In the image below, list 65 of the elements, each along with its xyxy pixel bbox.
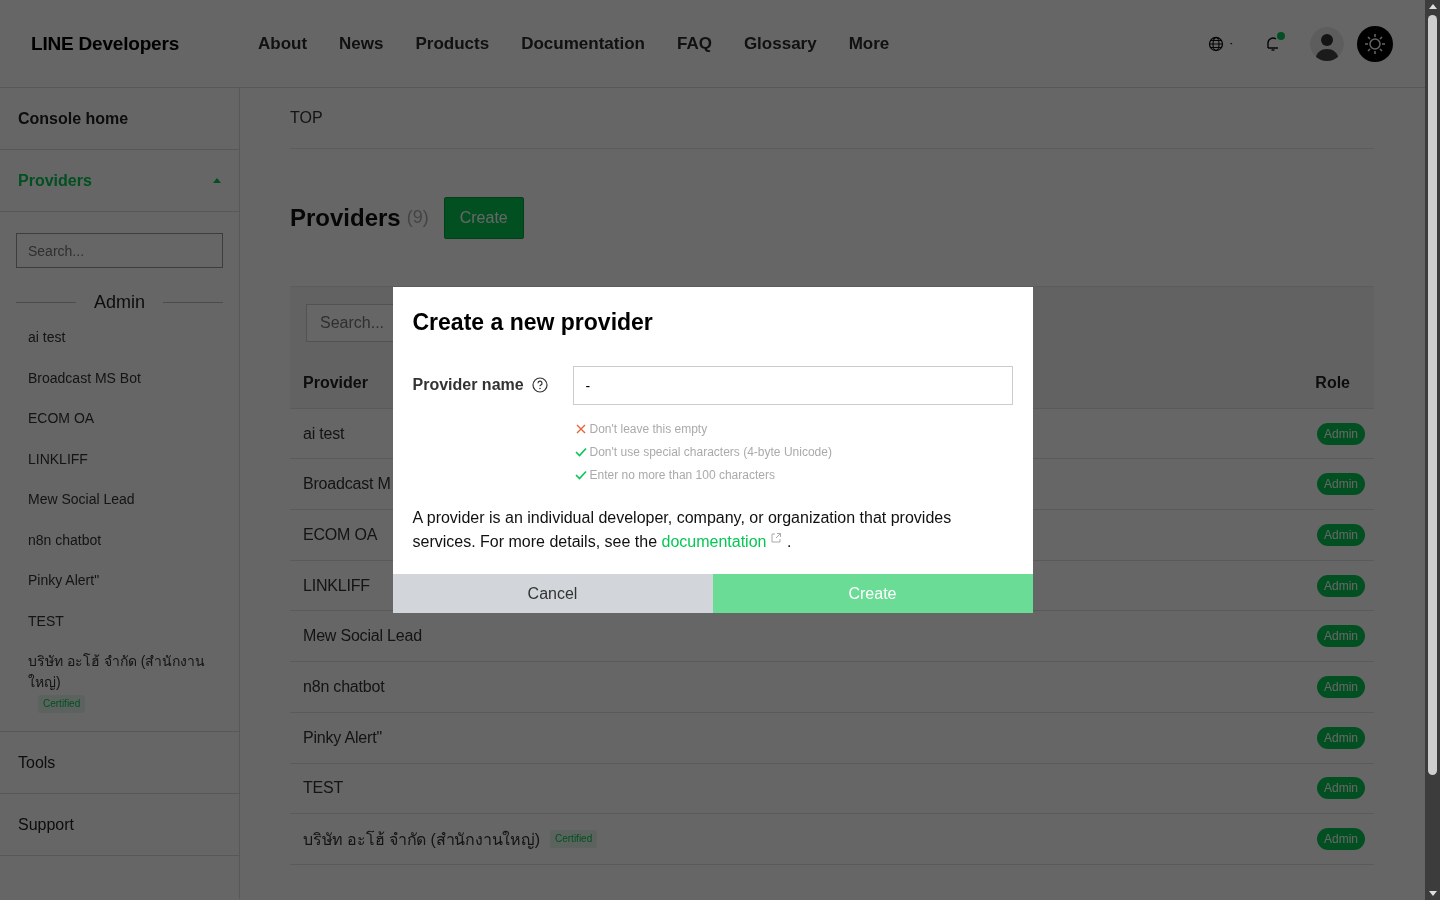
sidebar-item[interactable]: บริษัท อะโฮ้ จำกัด (สำนักงานใหญ่) [28, 650, 211, 693]
create-button[interactable]: Create [443, 196, 524, 239]
sidebar-link[interactable]: Support [18, 815, 221, 834]
sidebar-item[interactable]: Pinky Alert" [28, 569, 211, 591]
column-header: Provider [303, 373, 368, 392]
role-badge: Admin [1317, 828, 1365, 851]
role-badge: Admin [1317, 625, 1365, 648]
provider-name[interactable]: LINKLIFF [303, 576, 370, 595]
sun-icon [1364, 32, 1386, 55]
language-button[interactable] [1208, 35, 1234, 52]
provider-name[interactable]: n8n chatbot [303, 677, 385, 696]
description: A provider is an individual developer, company, or organization that provides services. For more details, see the documentation . [412, 508, 953, 552]
breadcrumb-link[interactable]: TOP [290, 109, 323, 127]
providers-toggle[interactable]: Providers [18, 171, 221, 190]
sidebar-item[interactable]: Broadcast MS Bot [28, 366, 211, 389]
nav-link[interactable]: More [848, 33, 890, 54]
role-badge: Admin [1317, 726, 1365, 749]
provider-name[interactable]: ECOM OA [303, 525, 378, 544]
theme-button[interactable] [1357, 25, 1393, 62]
provider-name[interactable]: Mew Social Lead [303, 627, 422, 646]
external-link-icon [770, 532, 783, 544]
avatar[interactable] [1310, 26, 1344, 61]
sidebar-item[interactable]: ECOM OA [28, 407, 211, 429]
provider-name-field[interactable]: - [572, 366, 1013, 405]
provider-name[interactable]: บริษัท อะโฮ้ จำกัด (สำนักงานใหญ่) [303, 826, 540, 852]
validation-hint: Don't use special characters (4-byte Unicode) [589, 444, 832, 459]
sidebar-item[interactable]: n8n chatbot [28, 528, 211, 551]
role-badge: Admin [1317, 523, 1365, 546]
scrollbar[interactable] [1425, 0, 1440, 900]
provider-name[interactable]: ai test [303, 424, 345, 443]
caret-icon [213, 178, 221, 183]
console-home-link[interactable]: Console home [18, 109, 221, 128]
field-label: Provider name [412, 376, 524, 394]
sidebar-item[interactable]: Mew Social Lead [28, 488, 211, 510]
sidebar-item[interactable]: LINKLIFF [28, 447, 211, 470]
sidebar-link[interactable]: Tools [18, 753, 221, 772]
column-header: Role [1315, 373, 1350, 392]
group-label: Admin [94, 292, 145, 313]
nav-link[interactable]: Documentation [521, 33, 645, 54]
logo[interactable]: LINE Developers [31, 32, 258, 55]
role-badge: Admin [1317, 777, 1365, 800]
sidebar-item[interactable]: ai test [28, 326, 211, 348]
nav-link[interactable]: News [339, 33, 384, 54]
nav-link[interactable]: Products [415, 33, 490, 54]
dialog-title: Create a new provider [412, 309, 654, 336]
page-title: Providers [290, 203, 401, 232]
help-icon [531, 377, 548, 393]
provider-name[interactable]: Broadcast M [303, 475, 391, 494]
role-badge: Admin [1317, 422, 1365, 445]
provider-name[interactable]: TEST [303, 779, 344, 798]
validation-hint: Don't leave this empty [589, 421, 708, 436]
sidebar-item[interactable]: TEST [28, 609, 211, 632]
nav-link[interactable]: About [258, 33, 308, 54]
role-badge: Admin [1317, 473, 1365, 496]
role-badge: Admin [1317, 574, 1365, 597]
certified-badge: Certified [550, 830, 598, 849]
role-badge: Admin [1317, 675, 1365, 698]
provider-name[interactable]: Pinky Alert" [303, 728, 382, 747]
documentation-link[interactable]: documentation [661, 533, 783, 550]
nav-link[interactable]: Glossary [743, 33, 817, 54]
nav-link[interactable]: FAQ [676, 33, 712, 54]
notification-button[interactable] [1264, 34, 1282, 53]
cancel-button[interactable]: Cancel [392, 574, 713, 613]
certified-badge: Certified [38, 695, 86, 713]
validation-hint: Enter no more than 100 characters [589, 467, 775, 482]
